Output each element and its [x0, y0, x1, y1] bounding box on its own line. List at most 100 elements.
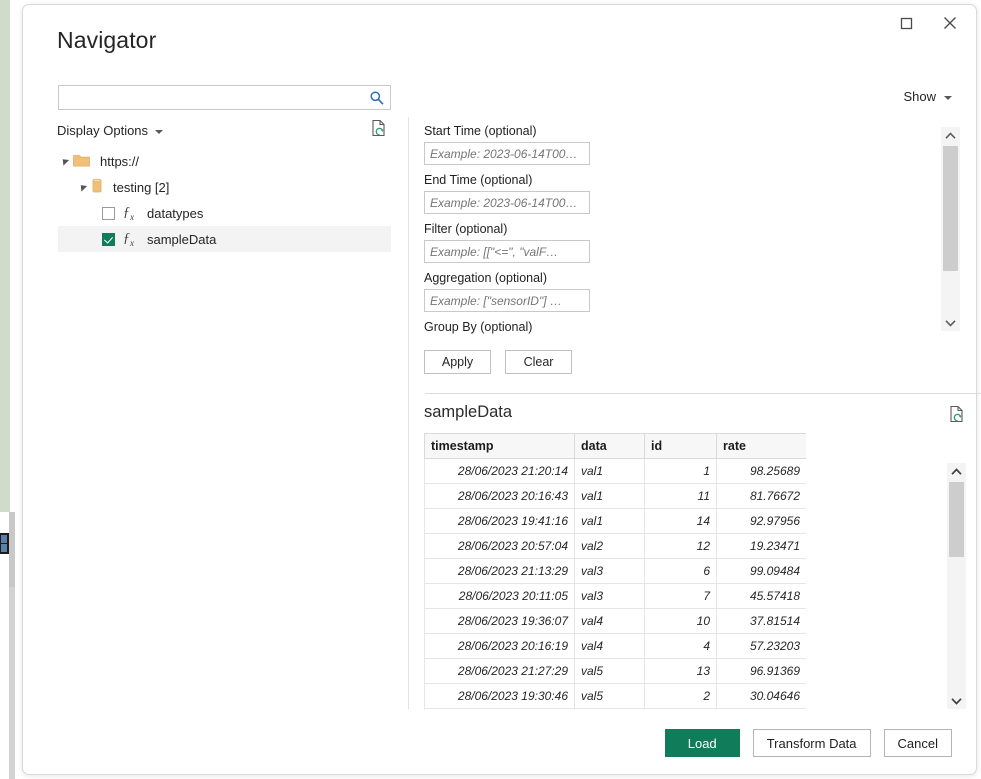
background-green-band [0, 0, 10, 512]
table-cell-timestamp: 28/06/2023 21:20:14 [425, 459, 575, 484]
start-time-label: Start Time (optional) [424, 123, 594, 139]
cancel-button[interactable]: Cancel [884, 729, 952, 757]
table-row[interactable]: 28/06/2023 20:16:43val11181.76672 [425, 484, 807, 509]
scroll-up-arrow-icon[interactable] [947, 463, 966, 480]
table-cell-timestamp: 28/06/2023 20:11:05 [425, 584, 575, 609]
table-row[interactable]: 28/06/2023 19:30:46val5230.04646 [425, 684, 807, 709]
tree-item-checkbox[interactable] [102, 207, 115, 220]
load-button[interactable]: Load [665, 729, 740, 757]
expander-triangle-icon[interactable] [78, 182, 87, 191]
table-row[interactable]: 28/06/2023 19:41:16val11492.97956 [425, 509, 807, 534]
scroll-down-arrow-icon[interactable] [941, 314, 960, 331]
table-cell-data: val2 [575, 534, 645, 559]
table-cell-id: 7 [645, 584, 717, 609]
filter-input[interactable] [424, 240, 590, 263]
table-cell-id: 1 [645, 459, 717, 484]
transform-data-button[interactable]: Transform Data [753, 729, 871, 757]
table-cell-rate: 96.91369 [717, 659, 807, 684]
table-cell-rate: 19.23471 [717, 534, 807, 559]
aggregation-input[interactable] [424, 289, 590, 312]
search-input[interactable] [63, 86, 367, 111]
table-cell-id: 14 [645, 509, 717, 534]
tree-item-sampledata[interactable]: ƒx sampleData [58, 226, 391, 252]
preview-title: sampleData [424, 403, 512, 422]
group-by-label: Group By (optional) [424, 319, 594, 335]
table-row[interactable]: 28/06/2023 21:13:29val3699.09484 [425, 559, 807, 584]
table-cell-timestamp: 28/06/2023 20:57:04 [425, 534, 575, 559]
table-cell-rate: 30.04646 [717, 684, 807, 709]
show-label: Show [903, 89, 936, 104]
table-cell-id: 11 [645, 484, 717, 509]
scrollbar-thumb[interactable] [943, 146, 958, 271]
column-header-data[interactable]: data [575, 434, 645, 459]
preview-scrollbar[interactable] [947, 463, 966, 709]
table-row[interactable]: 28/06/2023 21:27:29val51396.91369 [425, 659, 807, 684]
preview-table: timestamp data id rate 28/06/2023 21:20:… [424, 433, 806, 710]
table-cell-timestamp: 28/06/2023 19:48:47 [425, 709, 575, 711]
pane-divider [408, 117, 409, 709]
show-dropdown[interactable]: Show [903, 89, 952, 104]
column-header-id[interactable]: id [645, 434, 717, 459]
preview-divider [425, 393, 981, 394]
table-cell-data: val4 [575, 634, 645, 659]
maximize-icon[interactable] [886, 9, 926, 37]
table-cell-rate: 81.76672 [717, 484, 807, 509]
aggregation-label: Aggregation (optional) [424, 270, 594, 286]
close-icon[interactable] [930, 9, 970, 37]
table-cell-rate: 57.23203 [717, 634, 807, 659]
table-cell-timestamp: 28/06/2023 21:27:29 [425, 659, 575, 684]
footer-button-row: Load Transform Data Cancel [665, 729, 952, 757]
clear-button[interactable]: Clear [505, 350, 572, 374]
table-row[interactable]: 28/06/2023 20:11:05val3745.57418 [425, 584, 807, 609]
column-header-timestamp[interactable]: timestamp [425, 434, 575, 459]
table-row[interactable]: 28/06/2023 19:48:47val5320.01583 [425, 709, 807, 711]
table-cell-data: val3 [575, 559, 645, 584]
folder-icon [73, 153, 90, 170]
chevron-down-icon [944, 96, 952, 100]
scroll-up-arrow-icon[interactable] [941, 127, 960, 144]
tree-item-testing[interactable]: testing [2] [58, 174, 391, 200]
table-row[interactable]: 28/06/2023 21:20:14val1198.25689 [425, 459, 807, 484]
table-cell-id: 4 [645, 634, 717, 659]
table-cell-timestamp: 28/06/2023 21:13:29 [425, 559, 575, 584]
background-gray-band-upper [9, 512, 15, 587]
table-cell-data: val1 [575, 459, 645, 484]
table-cell-rate: 92.97956 [717, 509, 807, 534]
search-box[interactable] [58, 85, 391, 110]
table-cell-rate: 37.81514 [717, 609, 807, 634]
table-cell-data: val5 [575, 659, 645, 684]
search-icon[interactable] [369, 90, 385, 106]
table-cell-timestamp: 28/06/2023 20:16:19 [425, 634, 575, 659]
title-bar [23, 5, 976, 41]
table-row[interactable]: 28/06/2023 19:36:07val41037.81514 [425, 609, 807, 634]
tree-item-datatypes[interactable]: ƒx datatypes [58, 200, 391, 226]
filter-label: Filter (optional) [424, 221, 594, 237]
table-cell-data: val1 [575, 484, 645, 509]
refresh-document-icon[interactable] [370, 119, 388, 139]
display-options-dropdown[interactable]: Display Options [57, 123, 163, 138]
table-row[interactable]: 28/06/2023 20:57:04val21219.23471 [425, 534, 807, 559]
table-cell-data: val5 [575, 684, 645, 709]
tree-item-label: sampleData [147, 232, 216, 247]
function-icon: ƒx [123, 231, 138, 248]
apply-button[interactable]: Apply [424, 350, 491, 374]
table-cell-rate: 20.01583 [717, 709, 807, 711]
tree-item-https[interactable]: https:// [58, 148, 391, 174]
background-marker [0, 533, 9, 554]
background-app-strip [0, 0, 22, 779]
table-cell-timestamp: 28/06/2023 20:16:43 [425, 484, 575, 509]
end-time-input[interactable] [424, 191, 590, 214]
start-time-input[interactable] [424, 142, 590, 165]
scrollbar-thumb[interactable] [949, 482, 964, 557]
table-cell-rate: 45.57418 [717, 584, 807, 609]
parameters-scrollbar[interactable] [941, 127, 960, 331]
table-cell-timestamp: 28/06/2023 19:36:07 [425, 609, 575, 634]
tree-item-checkbox[interactable] [102, 233, 115, 246]
table-cell-id: 13 [645, 659, 717, 684]
scroll-down-arrow-icon[interactable] [947, 692, 966, 709]
table-cell-id: 2 [645, 684, 717, 709]
preview-refresh-document-icon[interactable] [948, 405, 966, 425]
column-header-rate[interactable]: rate [717, 434, 807, 459]
table-row[interactable]: 28/06/2023 20:16:19val4457.23203 [425, 634, 807, 659]
expander-triangle-icon[interactable] [60, 156, 69, 165]
